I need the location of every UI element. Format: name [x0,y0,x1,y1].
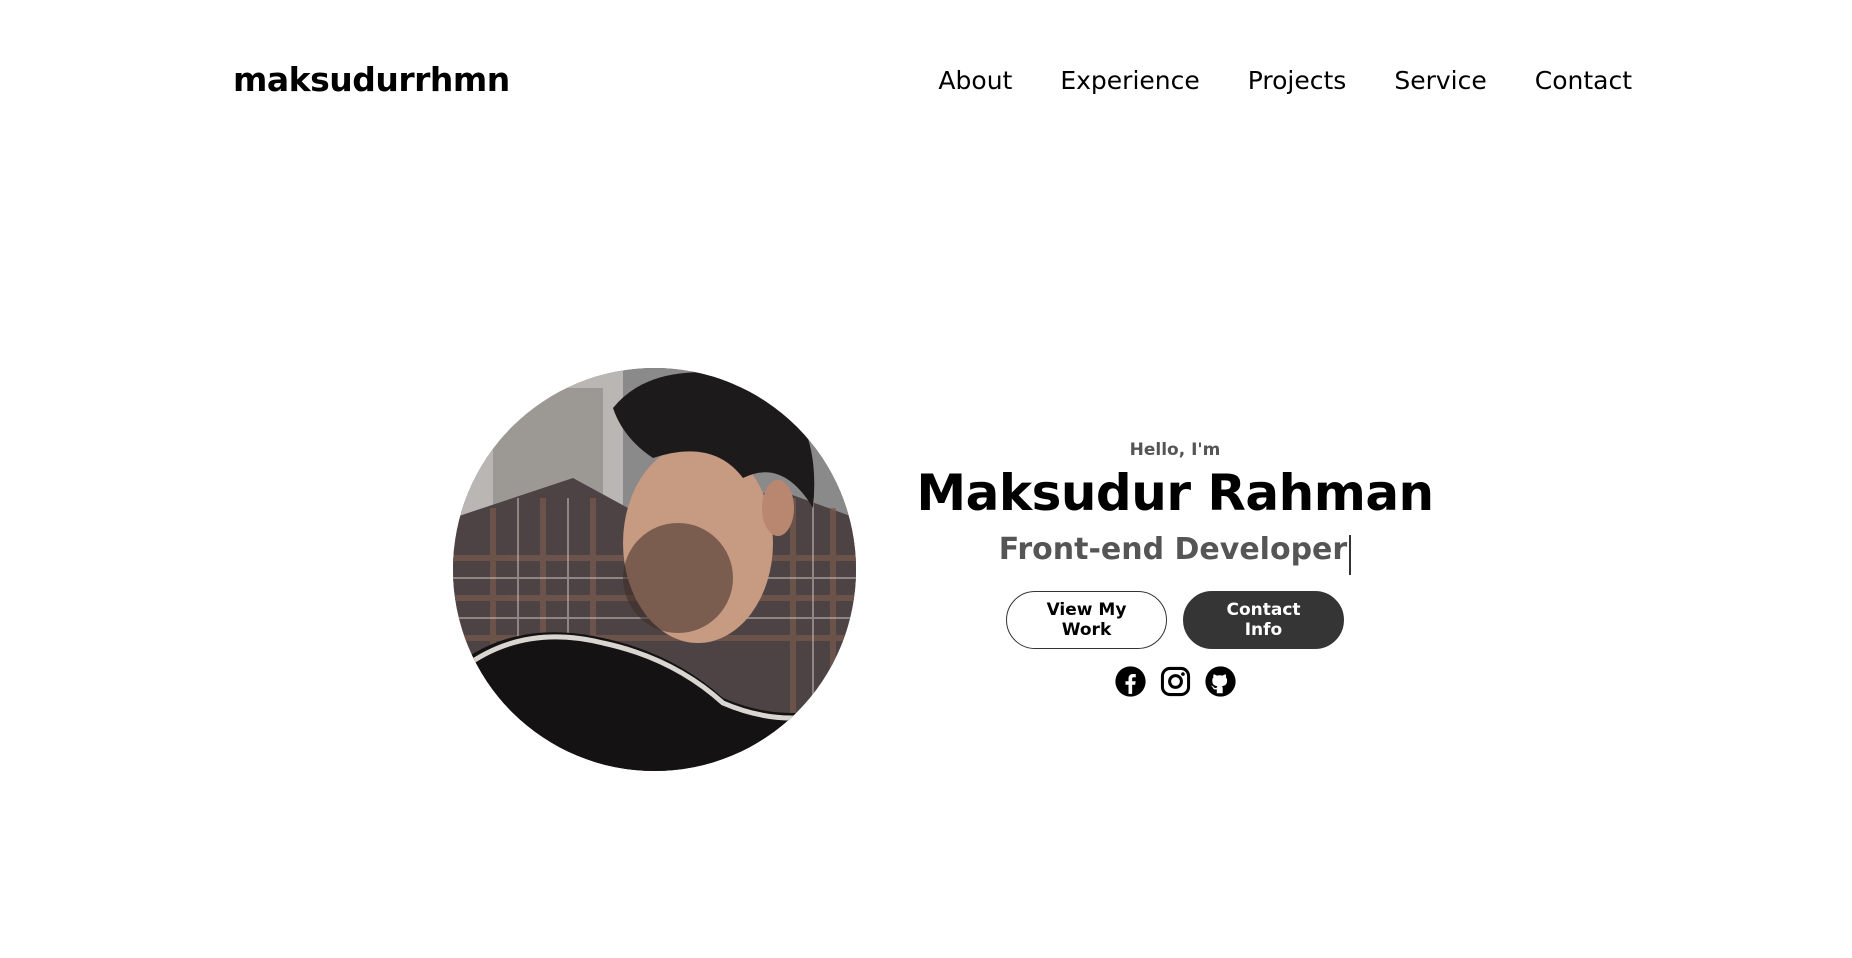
typing-caret [1349,534,1352,575]
intro-block: Hello, I'm Maksudur Rahman Front-end Dev… [880,430,1470,702]
hero-role: Front-end Developer [998,532,1348,567]
greeting-text: Hello, I'm [1129,440,1221,460]
social-links [880,665,1470,702]
profile-photo [453,368,856,771]
contact-info-button[interactable]: Contact Info [1183,590,1344,649]
hero-name: Maksudur Rahman [916,464,1434,522]
view-my-work-button[interactable]: View My Work [1006,590,1167,649]
facebook-icon[interactable] [1114,665,1147,702]
hero-section: Hello, I'm Maksudur Rahman Front-end Dev… [0,0,1852,958]
hero-buttons: View My Work Contact Info [880,590,1470,649]
instagram-icon[interactable] [1159,665,1192,702]
github-icon[interactable] [1204,665,1237,702]
